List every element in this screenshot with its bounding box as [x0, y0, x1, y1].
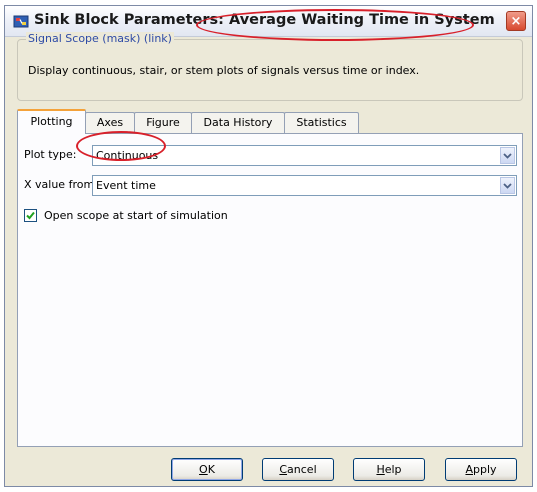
tab-data-history[interactable]: Data History	[191, 112, 285, 133]
tab-axes[interactable]: Axes	[85, 112, 135, 133]
open-scope-checkbox[interactable]	[24, 209, 37, 222]
checkmark-icon	[26, 211, 35, 220]
apply-label-rest: pply	[473, 463, 497, 476]
dialog-window: Sink Block Parameters: Average Waiting T…	[4, 5, 533, 487]
cancel-label-rest: ancel	[287, 463, 317, 476]
chevron-down-icon	[503, 183, 512, 189]
plot-type-dropdown-button[interactable]	[500, 147, 515, 164]
help-mnemonic: H	[376, 463, 385, 476]
mask-description-group: Signal Scope (mask) (link) Display conti…	[17, 32, 523, 101]
title-highlight-ellipse	[196, 9, 474, 41]
plot-type-highlight-ellipse	[76, 131, 166, 161]
cancel-button[interactable]: Cancel	[262, 458, 334, 481]
simulink-block-icon	[13, 15, 29, 28]
open-scope-label: Open scope at start of simulation	[44, 209, 228, 222]
tab-statistics[interactable]: Statistics	[284, 112, 359, 133]
close-button[interactable]: ×	[506, 11, 526, 31]
x-value-value: Event time	[96, 179, 156, 192]
ok-mnemonic: O	[199, 463, 208, 476]
apply-button[interactable]: Apply	[445, 458, 517, 481]
apply-mnemonic: A	[465, 463, 473, 476]
tab-bar: Plotting Axes Figure Data History Statis…	[17, 109, 523, 134]
x-value-dropdown-button[interactable]	[500, 177, 515, 194]
plotting-panel: Plot type: Continuous X value from: Even…	[17, 133, 523, 447]
close-icon: ×	[510, 14, 522, 29]
help-button[interactable]: Help	[353, 458, 425, 481]
chevron-down-icon	[503, 153, 512, 159]
ok-label-rest: K	[207, 463, 215, 476]
help-label-rest: elp	[384, 463, 402, 476]
mask-description: Display continuous, stair, or stem plots…	[28, 64, 420, 77]
plot-type-label: Plot type:	[24, 148, 77, 161]
x-value-dropdown[interactable]: Event time	[92, 175, 517, 196]
mask-link[interactable]: Signal Scope (mask) (link)	[26, 32, 174, 45]
tab-figure[interactable]: Figure	[134, 112, 192, 133]
x-value-label: X value from:	[24, 178, 98, 191]
tab-plotting[interactable]: Plotting	[17, 109, 86, 134]
ok-button[interactable]: OK	[171, 458, 243, 481]
cancel-mnemonic: C	[279, 463, 288, 476]
